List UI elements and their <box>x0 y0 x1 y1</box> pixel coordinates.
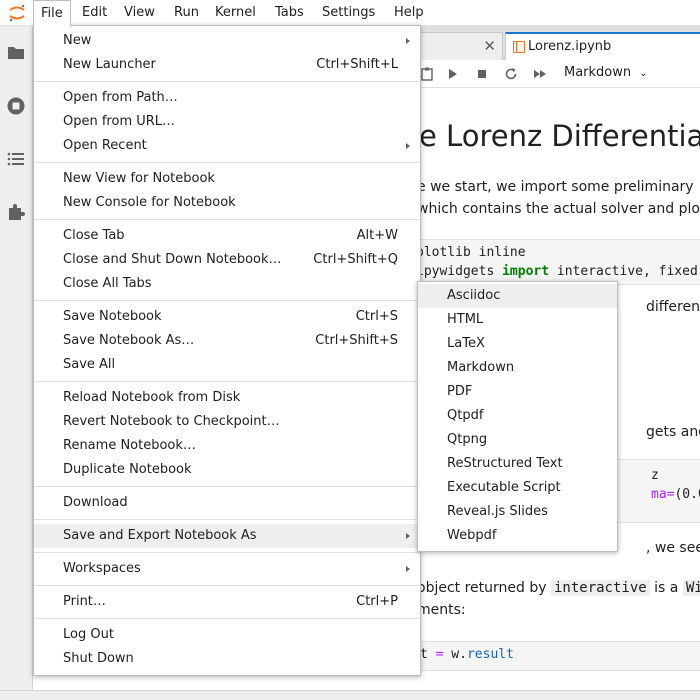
menu-item-print[interactable]: Print… Ctrl+P <box>34 590 420 614</box>
menu-file[interactable]: File <box>33 0 71 27</box>
menu-kernel[interactable]: Kernel <box>215 0 256 25</box>
menu-separator <box>34 300 420 301</box>
export-item-qtpng[interactable]: Qtpng <box>418 428 617 452</box>
markdown-text: , we see the <box>646 540 700 556</box>
tab-lorenz-notebook[interactable]: Lorenz.ipynb <box>505 32 700 60</box>
menu-item-open-from-path[interactable]: Open from Path… <box>34 86 420 110</box>
menu-item-log-out[interactable]: Log Out <box>34 623 420 647</box>
menu-item-save-all[interactable]: Save All <box>34 353 420 377</box>
restart-icon[interactable] <box>503 66 519 82</box>
stop-icon[interactable] <box>474 66 490 82</box>
export-item-revealjs-slides[interactable]: Reveal.js Slides <box>418 500 617 524</box>
file-menu-dropdown: New New Launcher Ctrl+Shift+L Open from … <box>33 25 421 676</box>
markdown-text: differential e <box>646 299 700 315</box>
menu-settings[interactable]: Settings <box>322 0 375 25</box>
menu-item-duplicate[interactable]: Duplicate Notebook <box>34 458 420 482</box>
code-line: t = w.result <box>420 647 514 662</box>
export-item-markdown[interactable]: Markdown <box>418 356 617 380</box>
menu-separator <box>34 618 420 619</box>
fast-forward-icon[interactable] <box>532 66 548 82</box>
export-submenu: Asciidoc HTML LaTeX Markdown PDF Qtpdf Q… <box>417 281 618 552</box>
folder-icon[interactable] <box>6 43 26 63</box>
menu-item-close-tab[interactable]: Close Tab Alt+W <box>34 224 420 248</box>
close-icon[interactable]: ✕ <box>483 37 496 55</box>
menu-item-shut-down[interactable]: Shut Down <box>34 647 420 671</box>
cell-type-select[interactable]: Markdown ⌄ <box>564 65 648 80</box>
menu-tabs[interactable]: Tabs <box>275 0 304 25</box>
run-icon[interactable] <box>445 66 461 82</box>
menu-item-revert[interactable]: Revert Notebook to Checkpoint… <box>34 410 420 434</box>
menu-view[interactable]: View <box>124 0 155 25</box>
export-item-executable-script[interactable]: Executable Script <box>418 476 617 500</box>
menu-item-save-notebook[interactable]: Save Notebook Ctrl+S <box>34 305 420 329</box>
tab-label: Lorenz.ipynb <box>528 39 612 54</box>
cell-type-value: Markdown <box>564 65 632 80</box>
markdown-text: gets and ex <box>646 424 700 440</box>
chevron-down-icon: ⌄ <box>639 68 648 79</box>
menu-separator <box>34 519 420 520</box>
code-line: z <box>651 468 659 483</box>
menu-item-new[interactable]: New <box>34 29 420 53</box>
menu-item-save-and-export[interactable]: Save and Export Notebook As <box>34 524 420 548</box>
export-item-latex[interactable]: LaTeX <box>418 332 617 356</box>
menu-item-new-launcher[interactable]: New Launcher Ctrl+Shift+L <box>34 53 420 77</box>
menu-item-download[interactable]: Download <box>34 491 420 515</box>
paste-icon[interactable] <box>419 66 435 82</box>
export-item-qtpdf[interactable]: Qtpdf <box>418 404 617 428</box>
menu-edit[interactable]: Edit <box>82 0 107 25</box>
menu-item-save-notebook-as[interactable]: Save Notebook As… Ctrl+Shift+S <box>34 329 420 353</box>
menu-item-workspaces[interactable]: Workspaces <box>34 557 420 581</box>
markdown-text: e we start, we import some preliminary <box>417 179 694 195</box>
export-item-restructured-text[interactable]: ReStructured Text <box>418 452 617 476</box>
menu-separator <box>34 552 420 553</box>
submenu-arrow-icon <box>406 143 410 149</box>
notebook-heading: e Lorenz Differentia <box>419 119 700 153</box>
menu-help[interactable]: Help <box>394 0 424 25</box>
menu-item-close-shutdown[interactable]: Close and Shut Down Notebook… Ctrl+Shift… <box>34 248 420 272</box>
menu-item-new-console[interactable]: New Console for Notebook <box>34 191 420 215</box>
menu-item-rename[interactable]: Rename Notebook… <box>34 434 420 458</box>
toc-icon[interactable] <box>6 149 26 169</box>
running-icon[interactable] <box>6 96 26 116</box>
export-item-pdf[interactable]: PDF <box>418 380 617 404</box>
export-item-asciidoc[interactable]: Asciidoc <box>418 284 617 308</box>
notebook-icon <box>513 41 525 53</box>
code-cell[interactable]: plotlib inline ipywidgets import interac… <box>415 239 700 285</box>
markdown-text: object returned by interactive is a Wi <box>417 580 700 596</box>
code-line: plotlib inline <box>416 245 526 260</box>
menu-item-new-view[interactable]: New View for Notebook <box>34 167 420 191</box>
markdown-text: ments: <box>417 602 466 618</box>
code-line: ma=(0.0,50 <box>651 487 700 502</box>
submenu-arrow-icon <box>406 566 410 572</box>
jupyter-logo-icon <box>9 4 25 22</box>
top-menubar: File Edit View Run Kernel Tabs Settings … <box>0 0 700 27</box>
menu-separator <box>34 585 420 586</box>
code-line: ipywidgets import interactive, fixed <box>416 264 698 279</box>
left-sidebar <box>0 26 33 700</box>
menu-run[interactable]: Run <box>174 0 199 25</box>
markdown-text: which contains the actual solver and plo… <box>417 201 700 217</box>
export-item-html[interactable]: HTML <box>418 308 617 332</box>
menu-item-open-recent[interactable]: Open Recent <box>34 134 420 158</box>
submenu-arrow-icon <box>406 38 410 44</box>
status-bar <box>0 690 700 700</box>
menu-separator <box>34 219 420 220</box>
menu-separator <box>34 162 420 163</box>
menu-separator <box>34 381 420 382</box>
code-cell[interactable]: t = w.result <box>415 641 700 671</box>
menu-separator <box>34 486 420 487</box>
export-item-webpdf[interactable]: Webpdf <box>418 524 617 548</box>
extension-icon[interactable] <box>6 202 26 222</box>
submenu-arrow-icon <box>406 533 410 539</box>
menu-item-reload[interactable]: Reload Notebook from Disk <box>34 386 420 410</box>
menu-item-close-all-tabs[interactable]: Close All Tabs <box>34 272 420 296</box>
menu-separator <box>34 81 420 82</box>
menu-item-open-from-url[interactable]: Open from URL… <box>34 110 420 134</box>
